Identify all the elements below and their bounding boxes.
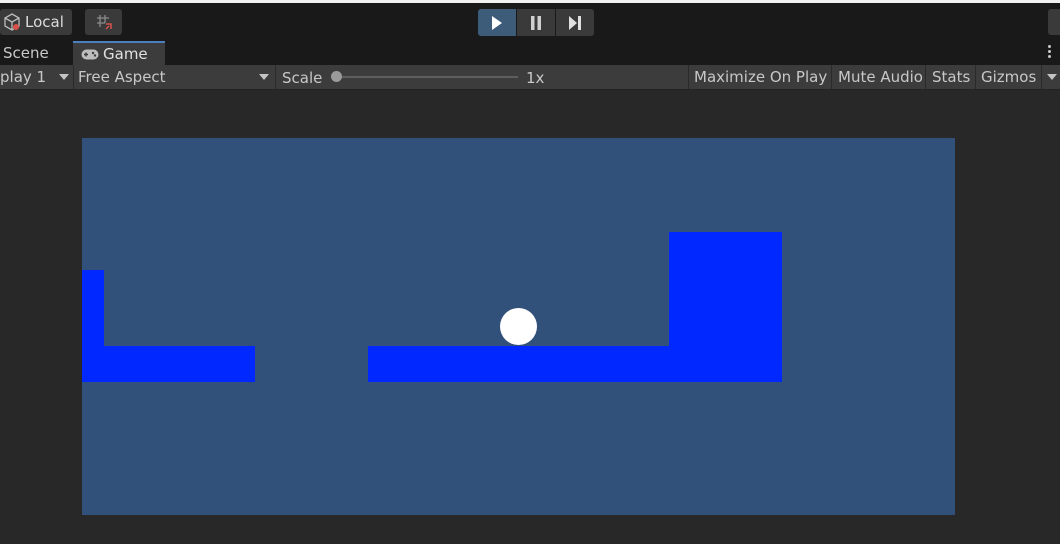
chevron-down-icon [259,74,269,80]
platform-right-block [669,232,782,382]
step-icon [569,15,581,30]
stats-toggle[interactable]: Stats [932,65,970,89]
editor-top-toolbar: Local [0,0,1060,41]
scale-label-text: Scale [282,69,323,87]
divider [275,65,276,89]
gizmos-dropdown[interactable] [1042,65,1060,89]
scale-label: Scale [282,66,322,90]
aspect-dropdown[interactable]: Free Aspect [78,65,273,89]
local-pivot-button[interactable]: Local [0,9,72,35]
divider [688,65,689,89]
tab-scene-label: Scene [3,44,49,62]
grid-snap-button[interactable] [85,9,122,35]
stats-label: Stats [932,68,971,86]
playback-controls [478,9,594,36]
gizmos-toggle[interactable]: Gizmos [981,65,1036,89]
display-dropdown[interactable]: play 1 [0,65,72,89]
pause-icon [531,15,541,30]
pause-button[interactable] [517,9,555,36]
play-icon [492,15,502,30]
display-label: play 1 [0,68,47,86]
game-canvas[interactable] [82,138,955,515]
scale-slider-handle[interactable] [331,71,342,82]
gamepad-icon [81,49,99,59]
player-ball [500,308,537,345]
tab-scene[interactable]: Scene [0,41,72,65]
tab-bar: Scene Game [0,41,1060,65]
tab-game-label: Game [103,45,148,63]
chevron-down-icon [59,74,69,80]
right-toolbar-button[interactable] [1048,9,1060,35]
step-button[interactable] [556,9,594,36]
tab-game[interactable]: Game [73,41,165,65]
scale-value-text: 1x [526,69,545,87]
cube-icon [4,13,20,31]
divider [925,65,926,89]
chevron-down-icon [1047,74,1057,80]
divider [73,65,74,89]
mute-audio-toggle[interactable]: Mute Audio [838,65,923,89]
aspect-label: Free Aspect [78,68,166,86]
more-options-icon[interactable] [1048,45,1052,60]
scale-value: 1x [526,66,544,90]
scale-slider-track[interactable] [338,76,518,78]
play-button[interactable] [478,9,516,36]
divider [975,65,976,89]
mute-label: Mute Audio [838,68,923,86]
local-label: Local [25,13,64,31]
game-view-toolbar: play 1 Free Aspect Scale 1x Maximize On … [0,65,1060,90]
divider [831,65,832,89]
gizmos-label: Gizmos [981,68,1037,86]
maximize-label: Maximize On Play [694,68,828,86]
maximize-on-play-toggle[interactable]: Maximize On Play [694,65,827,89]
grid-snap-icon [96,15,112,30]
platform-left-floor [82,346,255,382]
